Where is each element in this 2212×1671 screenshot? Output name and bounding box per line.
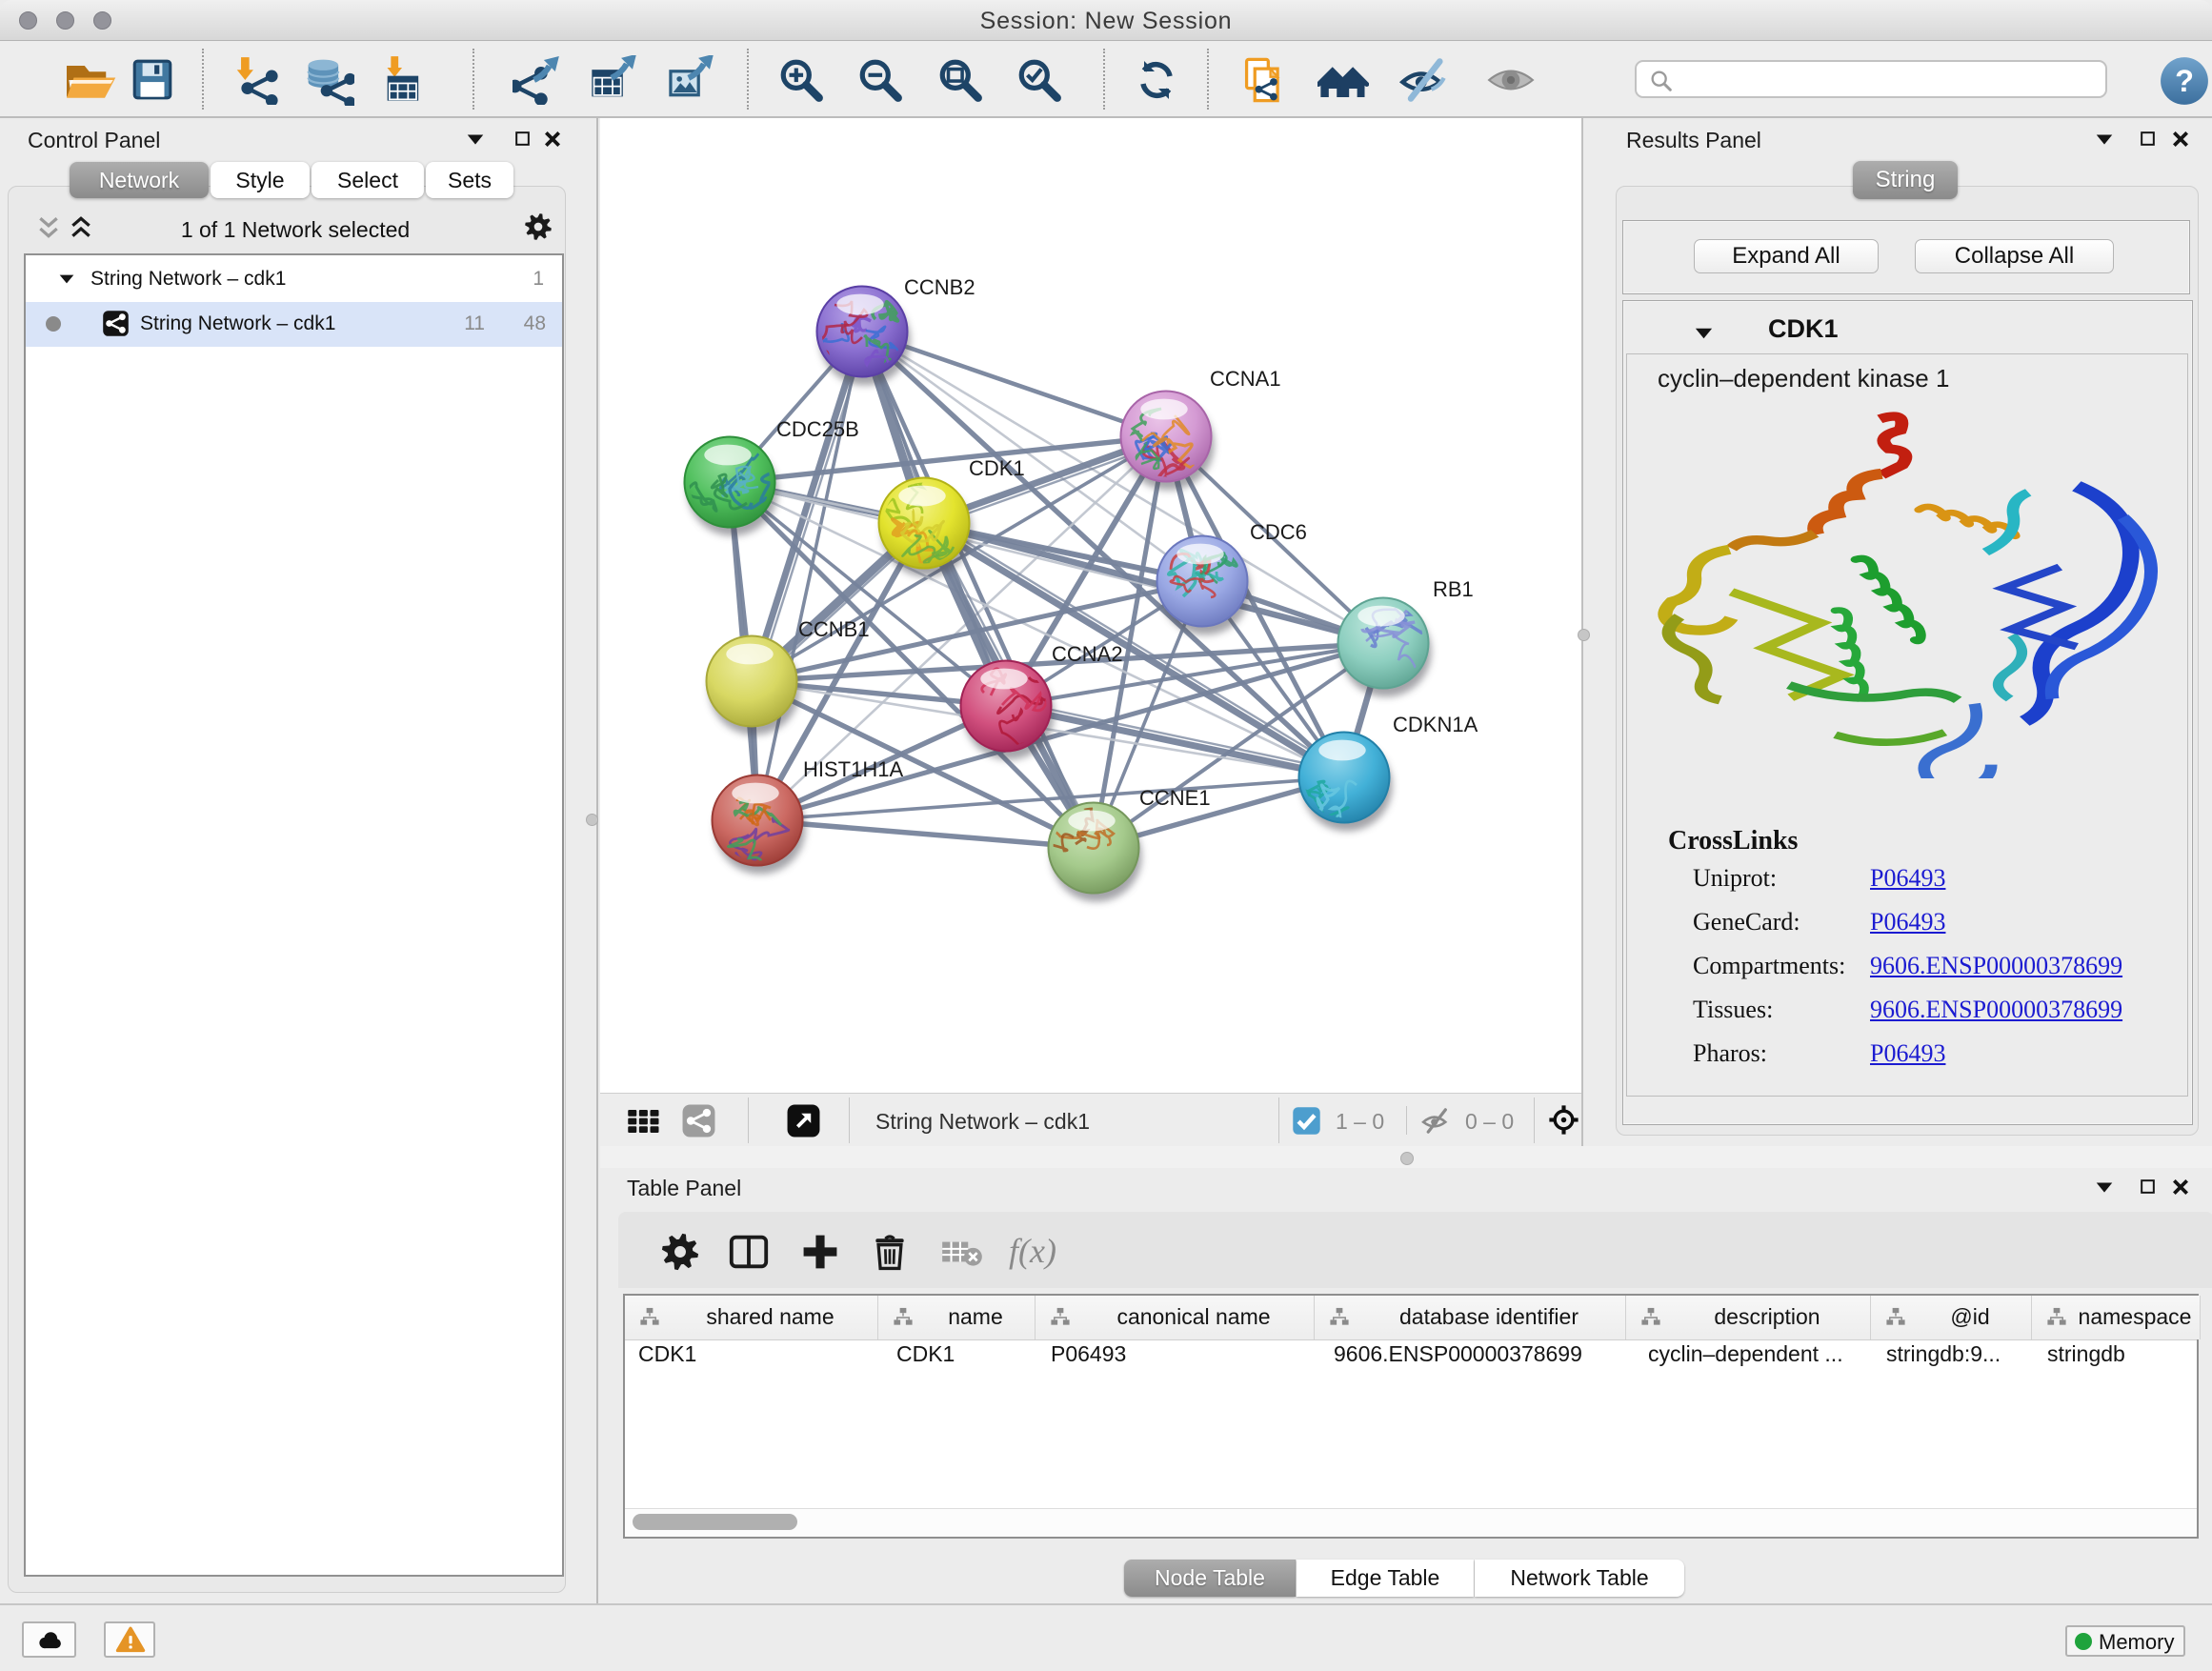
svg-text:CDK1: CDK1 [969, 456, 1025, 480]
svg-text:CCNE1: CCNE1 [1139, 786, 1211, 810]
svg-text:CDC25B: CDC25B [776, 417, 859, 441]
svg-text:CCNA1: CCNA1 [1210, 367, 1281, 391]
svg-text:RB1: RB1 [1433, 577, 1474, 601]
svg-text:CCNA2: CCNA2 [1052, 642, 1123, 666]
svg-text:?: ? [2175, 64, 2194, 98]
svg-text:CDC6: CDC6 [1250, 520, 1307, 544]
svg-text:CCNB1: CCNB1 [798, 617, 870, 641]
svg-text:HIST1H1A: HIST1H1A [803, 757, 903, 781]
svg-text:CDKN1A: CDKN1A [1393, 713, 1478, 736]
svg-text:CCNB2: CCNB2 [904, 275, 975, 299]
